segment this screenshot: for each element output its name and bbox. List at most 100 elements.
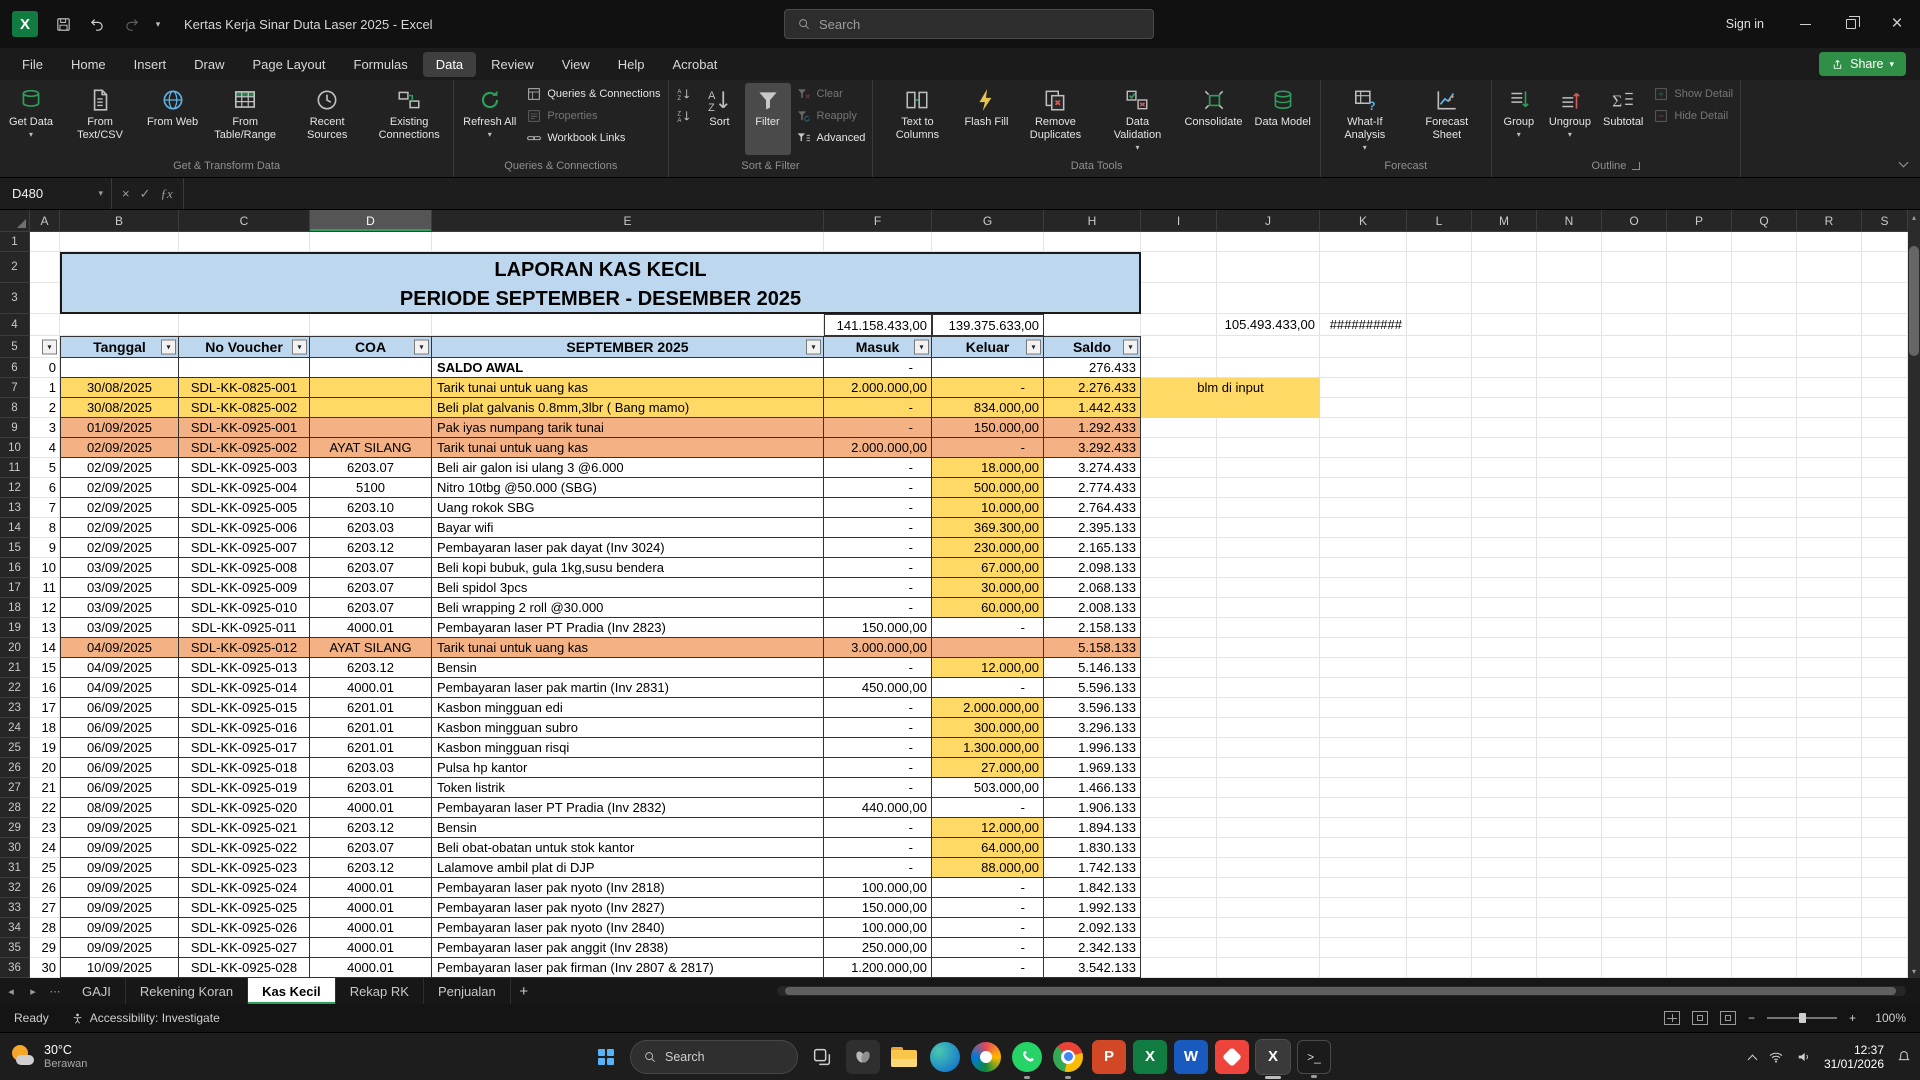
cell-E4[interactable] [432, 314, 824, 336]
cell-H16[interactable]: 2.098.133 [1044, 558, 1141, 578]
cell-J3[interactable] [1217, 283, 1320, 314]
cell-O25[interactable] [1602, 738, 1667, 758]
cell-G22[interactable]: - [932, 678, 1044, 698]
cell-F30[interactable]: - [824, 838, 932, 858]
cell-P35[interactable] [1667, 938, 1732, 958]
cell-I26[interactable] [1141, 758, 1217, 778]
cell-E22[interactable]: Pembayaran laser pak martin (Inv 2831) [432, 678, 824, 698]
ribbon-tab-draw[interactable]: Draw [181, 52, 237, 77]
cell-E21[interactable]: Bensin [432, 658, 824, 678]
cell-A23[interactable]: 17 [30, 698, 60, 718]
cell-D28[interactable]: 4000.01 [310, 798, 432, 818]
cell-P16[interactable] [1667, 558, 1732, 578]
cell-Q22[interactable] [1732, 678, 1797, 698]
cell-B5[interactable]: Tanggal▾ [60, 336, 179, 358]
cell-I25[interactable] [1141, 738, 1217, 758]
cell-J24[interactable] [1217, 718, 1320, 738]
cell-R28[interactable] [1797, 798, 1862, 818]
cell-R16[interactable] [1797, 558, 1862, 578]
cell-P17[interactable] [1667, 578, 1732, 598]
cell-D11[interactable]: 6203.07 [310, 458, 432, 478]
cell-J12[interactable] [1217, 478, 1320, 498]
cell-B31[interactable]: 09/09/2025 [60, 858, 179, 878]
cell-K10[interactable] [1320, 438, 1407, 458]
col-header-J[interactable]: J [1217, 210, 1320, 232]
cell-O1[interactable] [1602, 232, 1667, 252]
cell-M14[interactable] [1472, 518, 1537, 538]
cell-K16[interactable] [1320, 558, 1407, 578]
sheet-tab-penjualan[interactable]: Penjualan [424, 978, 511, 1004]
cell-B28[interactable]: 08/09/2025 [60, 798, 179, 818]
edge-icon[interactable] [928, 1040, 962, 1074]
cell-R29[interactable] [1797, 818, 1862, 838]
cell-Q20[interactable] [1732, 638, 1797, 658]
cell-O35[interactable] [1602, 938, 1667, 958]
excel-active-icon[interactable]: X [1256, 1040, 1290, 1074]
cell-H17[interactable]: 2.068.133 [1044, 578, 1141, 598]
cell-L20[interactable] [1407, 638, 1472, 658]
cell-C35[interactable]: SDL-KK-0925-027 [179, 938, 310, 958]
cell-F4[interactable]: 141.158.433,00 [824, 314, 932, 336]
cell-A21[interactable]: 15 [30, 658, 60, 678]
cell-A22[interactable]: 16 [30, 678, 60, 698]
formula-input[interactable] [184, 178, 1920, 209]
cell-B4[interactable] [60, 314, 179, 336]
cell-I35[interactable] [1141, 938, 1217, 958]
cell-F29[interactable]: - [824, 818, 932, 838]
cell-M8[interactable] [1472, 398, 1537, 418]
cell-N35[interactable] [1537, 938, 1602, 958]
cell-F20[interactable]: 3.000.000,00 [824, 638, 932, 658]
notifications-icon[interactable] [1896, 1049, 1912, 1065]
cell-F32[interactable]: 100.000,00 [824, 878, 932, 898]
cell-S19[interactable] [1862, 618, 1908, 638]
cell-Q6[interactable] [1732, 358, 1797, 378]
cell-R2[interactable] [1797, 252, 1862, 283]
cell-G15[interactable]: 230.000,00 [932, 538, 1044, 558]
page-break-view-icon[interactable] [1720, 1011, 1736, 1025]
cell-L24[interactable] [1407, 718, 1472, 738]
cell-L27[interactable] [1407, 778, 1472, 798]
cell-F1[interactable] [824, 232, 932, 252]
cell-J22[interactable] [1217, 678, 1320, 698]
cell-I20[interactable] [1141, 638, 1217, 658]
accessibility-status[interactable]: Accessibility: Investigate [90, 1011, 220, 1025]
cell-L16[interactable] [1407, 558, 1472, 578]
cell-J4[interactable]: 105.493.433,00 [1217, 314, 1320, 336]
cell-R26[interactable] [1797, 758, 1862, 778]
cell-J17[interactable] [1217, 578, 1320, 598]
cell-H8[interactable]: 1.442.433 [1044, 398, 1141, 418]
sheet-nav-right-icon[interactable]: ▸ [22, 985, 44, 998]
cell-C33[interactable]: SDL-KK-0925-025 [179, 898, 310, 918]
excel-logo-icon[interactable]: X [12, 11, 38, 37]
cell-R27[interactable] [1797, 778, 1862, 798]
row-header-12[interactable]: 12 [0, 478, 30, 498]
cell-I2[interactable] [1141, 252, 1217, 283]
cell-S16[interactable] [1862, 558, 1908, 578]
cell-A13[interactable]: 7 [30, 498, 60, 518]
cell-O15[interactable] [1602, 538, 1667, 558]
row-header-27[interactable]: 27 [0, 778, 30, 798]
ribbon-button-subtotal[interactable]: ΣSubtotal [1598, 83, 1648, 155]
cell-J33[interactable] [1217, 898, 1320, 918]
cell-A8[interactable]: 2 [30, 398, 60, 418]
row-header-9[interactable]: 9 [0, 418, 30, 438]
cell-R23[interactable] [1797, 698, 1862, 718]
cell-S7[interactable] [1862, 378, 1908, 398]
cell-C10[interactable]: SDL-KK-0925-002 [179, 438, 310, 458]
cell-K1[interactable] [1320, 232, 1407, 252]
cell-C32[interactable]: SDL-KK-0925-024 [179, 878, 310, 898]
ribbon-button-existing-connections[interactable]: Existing Connections [369, 83, 449, 155]
cell-S29[interactable] [1862, 818, 1908, 838]
cell-N31[interactable] [1537, 858, 1602, 878]
photos-icon[interactable] [969, 1040, 1003, 1074]
zoom-level[interactable]: 100% [1868, 1011, 1906, 1025]
cell-M2[interactable] [1472, 252, 1537, 283]
cell-K22[interactable] [1320, 678, 1407, 698]
cell-Q31[interactable] [1732, 858, 1797, 878]
cell-O31[interactable] [1602, 858, 1667, 878]
ribbon-tab-help[interactable]: Help [605, 52, 658, 77]
cell-J1[interactable] [1217, 232, 1320, 252]
cell-F35[interactable]: 250.000,00 [824, 938, 932, 958]
row-header-20[interactable]: 20 [0, 638, 30, 658]
page-layout-view-icon[interactable] [1692, 1011, 1708, 1025]
